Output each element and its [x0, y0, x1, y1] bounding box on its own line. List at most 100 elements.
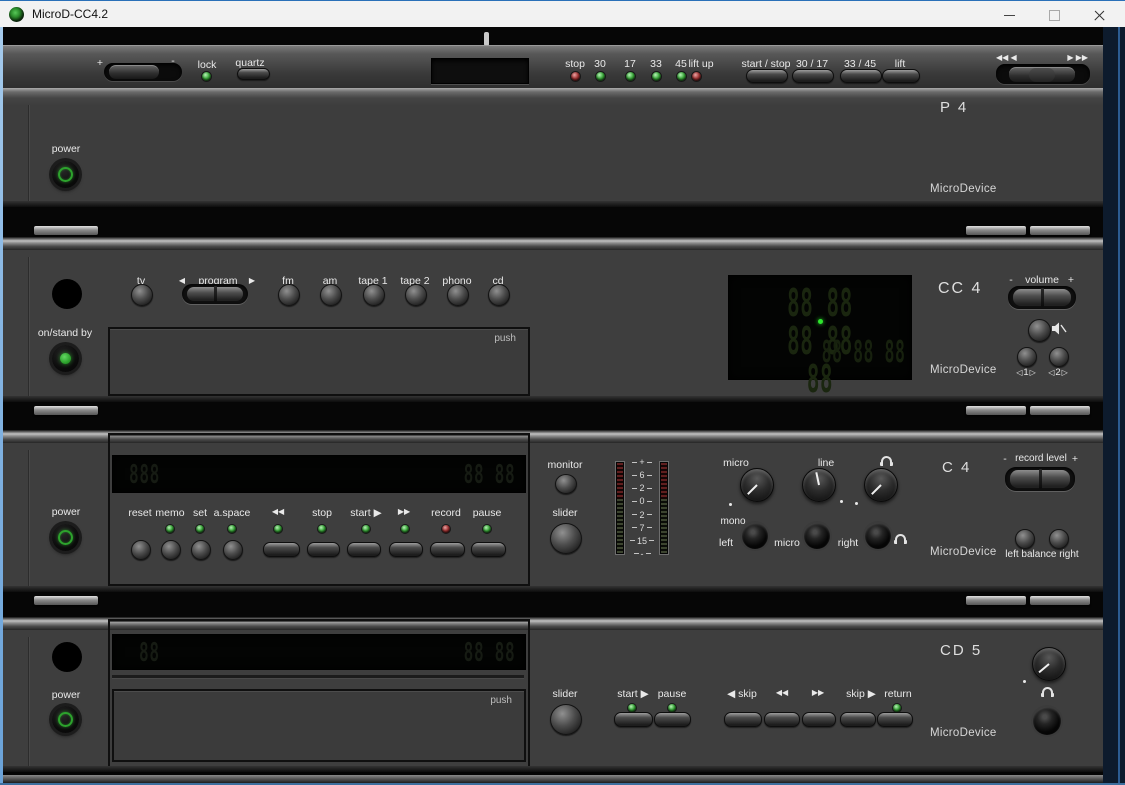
cd5-tray-door[interactable]: push	[112, 689, 526, 762]
cd5-start-button[interactable]	[614, 712, 653, 727]
knob-pointer	[815, 472, 820, 485]
minimize-button[interactable]	[987, 2, 1032, 28]
c4-pause-button[interactable]	[471, 542, 506, 557]
vu-scale-row: 7	[626, 523, 658, 533]
c4-record-level-notch	[1039, 469, 1042, 489]
p4-quartz-button[interactable]	[237, 68, 270, 80]
cd5-pause-label: pause	[652, 688, 692, 700]
p4-jog-left-arrows: ◀◀ ◀	[996, 53, 1030, 62]
unit-c4: 888 88 88 power reset memo set a.space ◀…	[0, 430, 1103, 592]
cd5-power-button[interactable]	[52, 706, 79, 733]
p4-liftup-led	[692, 72, 701, 81]
cc4-volume-label: volume	[1018, 274, 1066, 286]
speaker-left-icon	[1016, 367, 1022, 378]
cd5-headphone-knob[interactable]	[1032, 647, 1066, 681]
c4-start-label: start ▶	[342, 507, 390, 519]
cc4-tv-button[interactable]	[131, 284, 153, 306]
cc4-cd-button[interactable]	[488, 284, 510, 306]
c4-record-button[interactable]	[430, 542, 465, 557]
p4-liftup-led-label: lift up	[682, 58, 720, 70]
maximize-button[interactable]	[1032, 2, 1077, 28]
c4-balance-left-button[interactable]	[1015, 529, 1035, 549]
p4-3345-button[interactable]	[840, 69, 882, 83]
p4-3017-button[interactable]	[792, 69, 834, 83]
cc4-mute-button[interactable]	[1028, 319, 1051, 342]
cd5-pause-led	[668, 704, 676, 712]
c4-power-button[interactable]	[52, 524, 79, 551]
title-bar: MicroD-CC4.2	[0, 0, 1125, 27]
p4-strobe-window	[431, 58, 529, 84]
cd5-tray-slot	[112, 675, 524, 679]
p4-jog-cap	[1029, 68, 1055, 82]
cd5-push-label: push	[490, 695, 512, 706]
c4-start-button[interactable]	[347, 542, 381, 557]
c4-rew-button[interactable]	[263, 542, 300, 557]
cc4-phono-button[interactable]	[447, 284, 469, 306]
vu-scale-row: 2	[626, 483, 658, 493]
cc4-program-rocker[interactable]	[182, 284, 248, 304]
cd5-rew-label: ◀◀	[764, 688, 800, 697]
p4-lift-button[interactable]	[882, 69, 920, 83]
cc4-speaker1-button[interactable]	[1017, 347, 1037, 367]
mute-icon	[1052, 322, 1067, 340]
p4-power-button[interactable]	[52, 161, 79, 188]
c4-power-label: power	[50, 506, 82, 518]
rack-foot	[1030, 406, 1090, 415]
c4-micro-jack-label: micro	[770, 537, 804, 549]
cc4-speaker2-button[interactable]	[1049, 347, 1069, 367]
speaker-right-icon	[1062, 367, 1068, 378]
cd5-slider-button[interactable]	[550, 704, 582, 735]
cd5-start-led	[628, 704, 636, 712]
cc4-cassette-door[interactable]: push	[108, 327, 530, 396]
cd5-rew-button[interactable]	[764, 712, 800, 727]
window-left-border	[0, 27, 3, 785]
c4-stop-button[interactable]	[307, 542, 340, 557]
cd5-skipfwd-button[interactable]	[840, 712, 876, 727]
c4-balance-right-button[interactable]	[1049, 529, 1069, 549]
cd5-ff-button[interactable]	[802, 712, 836, 727]
cc4-onstandby-dot	[60, 353, 71, 364]
c4-headphone-knob[interactable]	[864, 468, 898, 502]
cc4-onstandby-button[interactable]	[52, 345, 79, 372]
c4-record-level-rocker[interactable]	[1005, 467, 1075, 491]
vu-scale-row: +	[626, 457, 658, 467]
rack-gap-3	[0, 592, 1103, 617]
c4-ff-button[interactable]	[389, 542, 423, 557]
vu-scale-row: 6	[626, 470, 658, 480]
c4-rew-led	[274, 525, 282, 533]
cc4-speaker2-number: 2	[1055, 367, 1060, 378]
cd5-ff-label: ▶▶	[800, 688, 836, 697]
cd5-slider-label: slider	[545, 688, 585, 700]
c4-memo-button[interactable]	[161, 540, 181, 560]
c4-micro-knob[interactable]	[740, 468, 774, 502]
cd5-skipback-label: ◀ skip	[718, 688, 766, 700]
cc4-volume-rocker[interactable]	[1008, 286, 1076, 309]
c4-aspace-label: a.space	[208, 507, 256, 519]
p4-jog-slider[interactable]	[996, 64, 1090, 84]
c4-slider-button[interactable]	[550, 523, 582, 554]
c4-set-button[interactable]	[191, 540, 211, 560]
p4-17-led-label: 17	[616, 58, 644, 70]
cd5-return-button[interactable]	[877, 712, 913, 727]
c4-reset-button[interactable]	[131, 540, 151, 560]
c4-record-led	[442, 525, 450, 533]
vu-red-segments	[617, 463, 623, 499]
cd5-pause-button[interactable]	[654, 712, 691, 727]
close-button[interactable]	[1077, 2, 1122, 28]
cc4-program-rocker-notch	[214, 286, 217, 302]
cc4-tape2-button[interactable]	[405, 284, 427, 306]
c4-line-knob[interactable]	[802, 468, 836, 502]
knob-pointer	[1038, 663, 1049, 673]
rack-gap-1	[0, 207, 1103, 237]
cc4-tape1-button[interactable]	[363, 284, 385, 306]
cd5-skipback-button[interactable]	[724, 712, 762, 727]
c4-aspace-button[interactable]	[223, 540, 243, 560]
cc4-am-button[interactable]	[320, 284, 342, 306]
c4-pause-label: pause	[466, 507, 508, 519]
cc4-fm-button[interactable]	[278, 284, 300, 306]
p4-stop-led	[571, 72, 580, 81]
c4-monitor-button[interactable]	[555, 474, 577, 494]
p4-startstop-button[interactable]	[746, 69, 788, 83]
cd5-ir-sensor	[52, 642, 82, 672]
cc4-volume-minus-label: -	[1006, 274, 1016, 286]
